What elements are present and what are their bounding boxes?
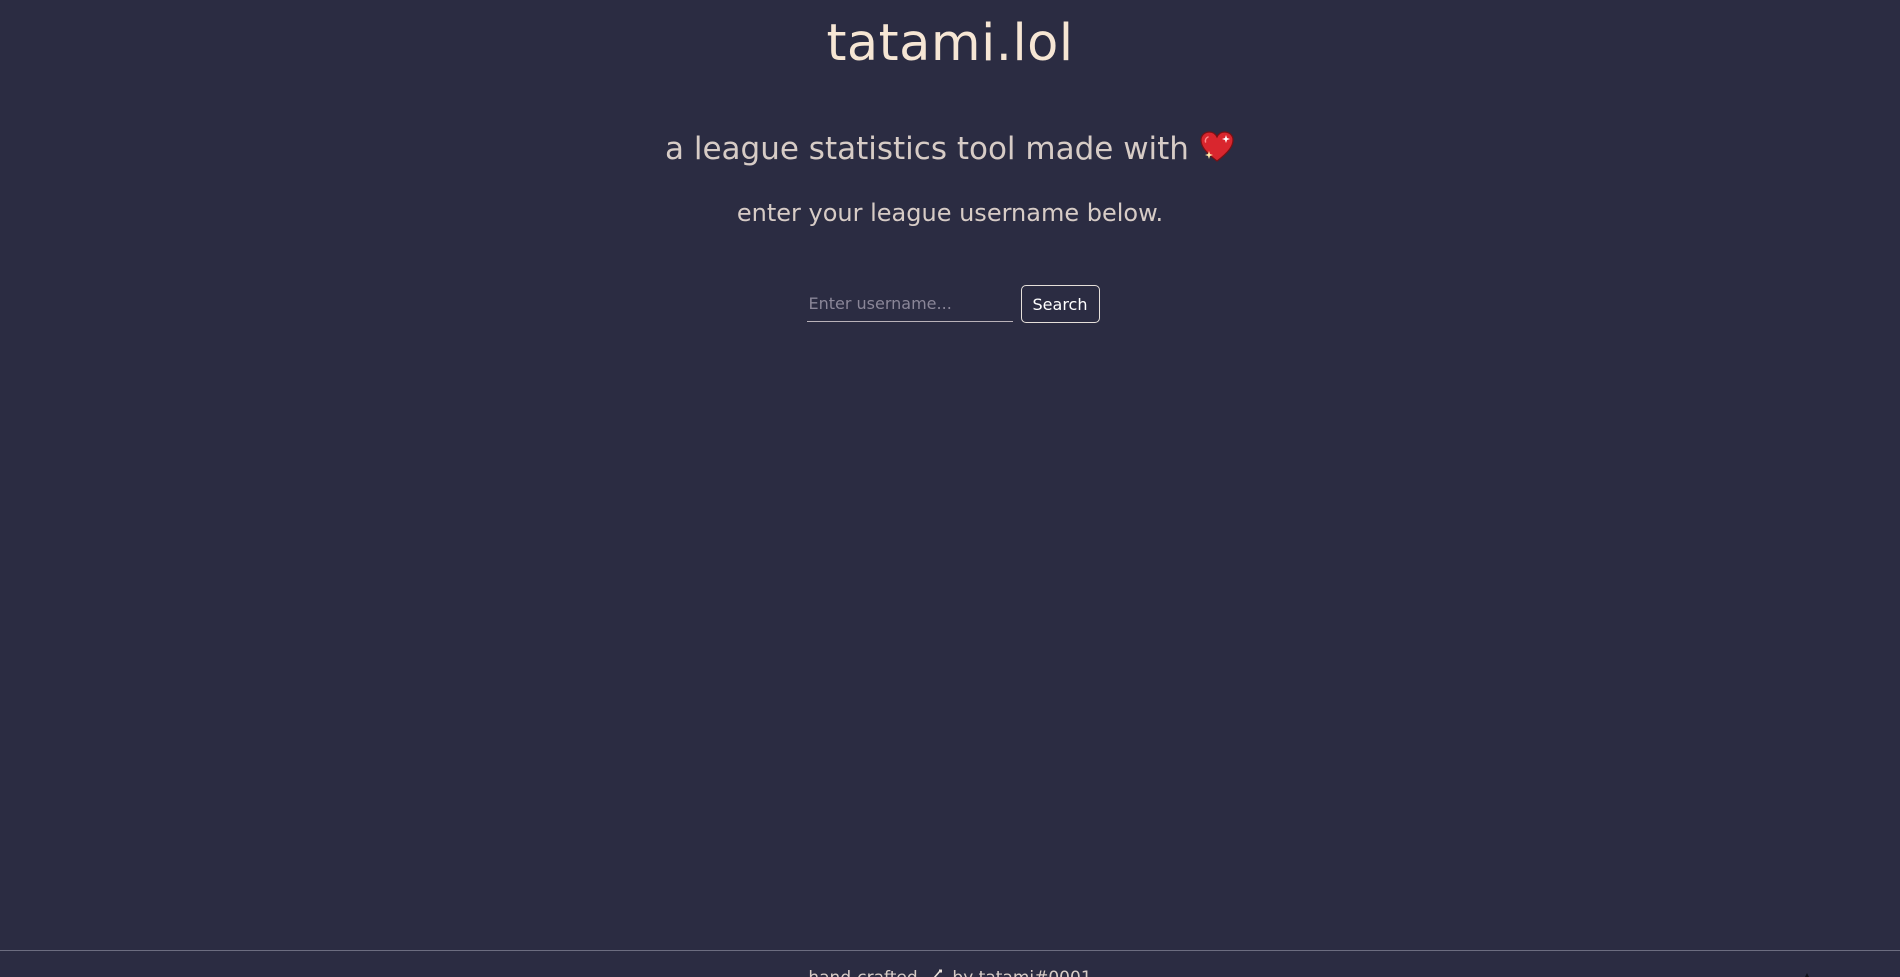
username-input[interactable]: [806, 286, 1013, 322]
tagline: a league statistics tool made with: [0, 126, 1900, 172]
page: tatami.lol a league statistics tool made…: [0, 0, 1900, 977]
sparkling-heart-icon: [1200, 131, 1234, 162]
search-form: Search: [0, 285, 1900, 323]
footer-text-after: by tatami#0001: [947, 968, 1091, 977]
search-button[interactable]: Search: [1020, 285, 1100, 323]
tagline-text: a league statistics tool made with: [665, 131, 1189, 167]
instruction-text: enter your league username below.: [736, 199, 1164, 227]
arrow-icon[interactable]: [1802, 972, 1812, 977]
footer-credit: hand-crafted by tatami#0001: [0, 968, 1900, 977]
site-title[interactable]: tatami.lol: [0, 14, 1900, 73]
footer-text-before: hand-crafted: [808, 968, 923, 977]
footer: hand-crafted by tatami#0001: [0, 950, 1900, 977]
guitar-icon: [933, 969, 943, 977]
